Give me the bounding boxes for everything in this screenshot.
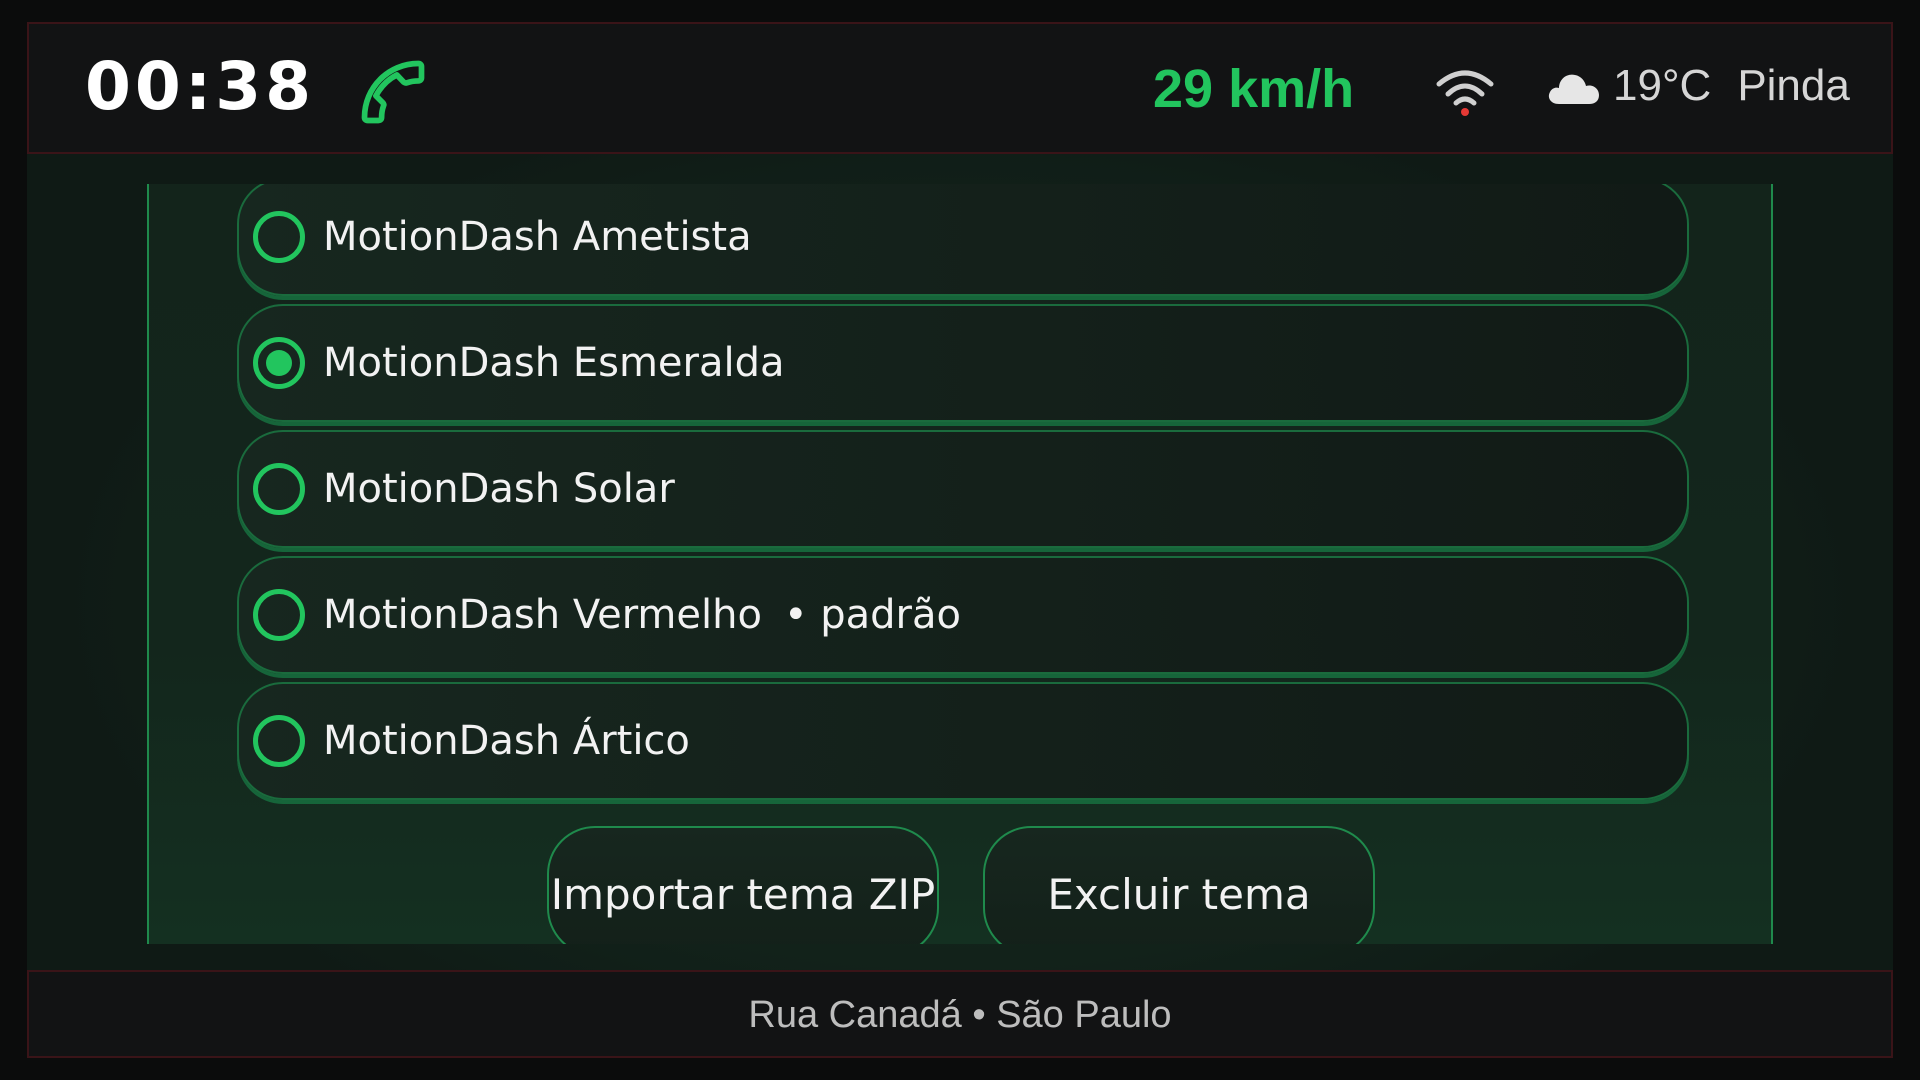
wifi-icon[interactable] — [1435, 66, 1495, 120]
speed-readout: 29 km/h — [1153, 59, 1355, 119]
clock: 00:38 — [85, 48, 316, 125]
dashboard-screen: 00:38 29 km/h 19°C Pinda MotionDash Amet… — [0, 0, 1920, 1080]
phone-icon[interactable] — [355, 54, 431, 130]
theme-option-ametista[interactable]: MotionDash Ametista — [237, 184, 1689, 296]
delete-theme-button[interactable]: Excluir tema — [983, 826, 1375, 944]
action-buttons: Importar tema ZIP Excluir tema — [149, 826, 1771, 944]
status-bar: 00:38 29 km/h 19°C Pinda — [27, 22, 1893, 154]
theme-list: MotionDash Ametista MotionDash Esmeralda… — [237, 184, 1689, 808]
main-content: MotionDash Ametista MotionDash Esmeralda… — [27, 154, 1893, 970]
weather-widget: 19°C Pinda — [1545, 64, 1850, 108]
radio-button[interactable] — [253, 211, 305, 263]
theme-label: MotionDash Esmeralda — [323, 340, 785, 386]
theme-option-esmeralda[interactable]: MotionDash Esmeralda — [237, 304, 1689, 422]
theme-panel[interactable]: MotionDash Ametista MotionDash Esmeralda… — [147, 184, 1773, 944]
theme-label: MotionDash Solar — [323, 466, 675, 512]
current-address: Rua Canadá • São Paulo — [748, 994, 1172, 1036]
theme-option-solar[interactable]: MotionDash Solar — [237, 430, 1689, 548]
city-name: Pinda — [1737, 61, 1850, 110]
theme-option-vermelho[interactable]: MotionDash Vermelho • padrão — [237, 556, 1689, 674]
theme-label: MotionDash Vermelho • padrão — [323, 592, 961, 638]
radio-button[interactable] — [253, 589, 305, 641]
radio-button-selected[interactable] — [253, 337, 305, 389]
theme-option-artico[interactable]: MotionDash Ártico — [237, 682, 1689, 800]
theme-label: MotionDash Ártico — [323, 718, 690, 764]
temperature: 19°C — [1613, 61, 1712, 110]
import-theme-button[interactable]: Importar tema ZIP — [547, 826, 939, 944]
default-badge: • padrão — [783, 592, 961, 638]
radio-button[interactable] — [253, 715, 305, 767]
theme-label: MotionDash Ametista — [323, 214, 752, 260]
cloud-icon — [1548, 74, 1599, 104]
location-bar: Rua Canadá • São Paulo — [27, 970, 1893, 1058]
radio-button[interactable] — [253, 463, 305, 515]
